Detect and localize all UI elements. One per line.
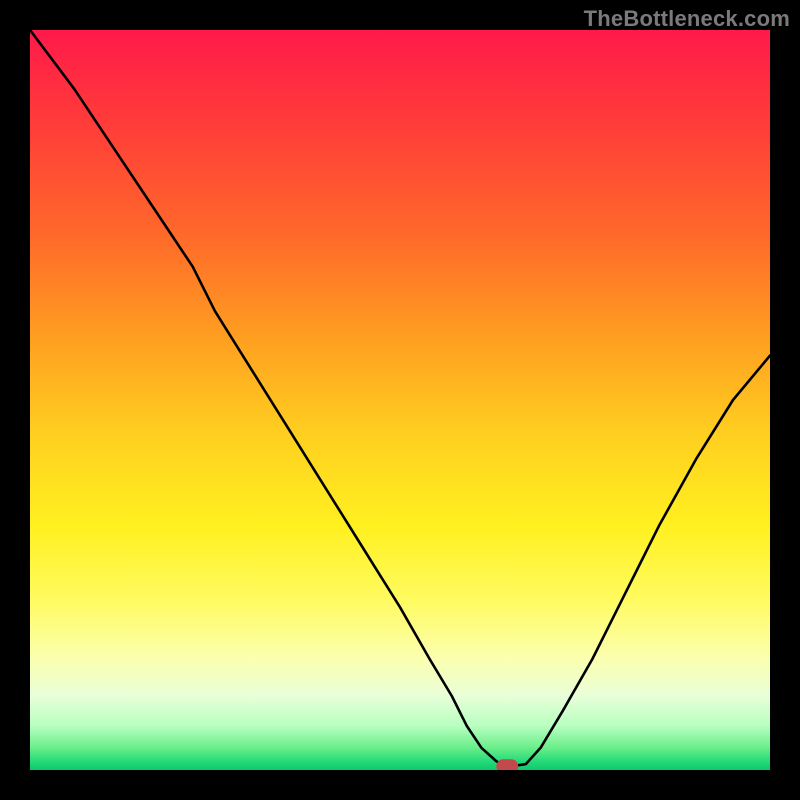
watermark-text: TheBottleneck.com <box>584 6 790 32</box>
bottleneck-curve <box>30 30 770 766</box>
chart-frame: TheBottleneck.com <box>0 0 800 800</box>
optimum-marker <box>496 759 518 770</box>
plot-area <box>30 30 770 770</box>
curve-layer <box>30 30 770 770</box>
